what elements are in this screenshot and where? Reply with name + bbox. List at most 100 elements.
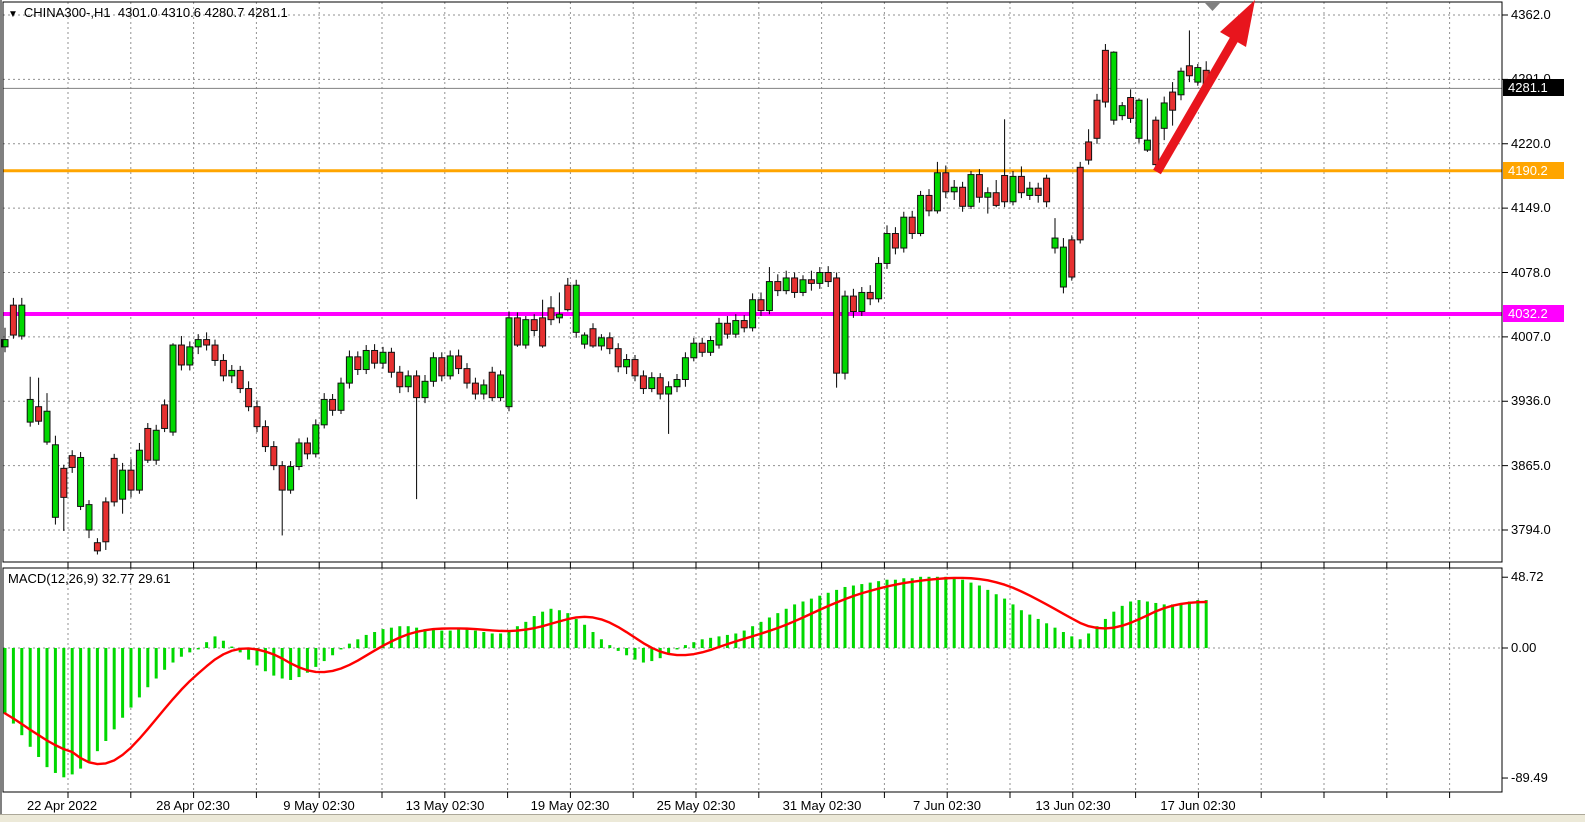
macd-bar (1180, 603, 1183, 648)
candle-body (430, 358, 436, 382)
macd-axis-label: 48.72 (1511, 569, 1544, 584)
candle-body (447, 356, 453, 376)
macd-bar (676, 648, 679, 649)
macd-bar (701, 639, 704, 648)
candle-body (422, 381, 428, 397)
macd-bar (793, 604, 796, 648)
candle-body (220, 360, 226, 375)
macd-bar (1062, 632, 1065, 648)
candle-body (489, 372, 495, 397)
price-axis-label: 4149.0 (1511, 200, 1551, 215)
candle-body (10, 305, 16, 335)
candle-body (187, 347, 193, 365)
candle-body (985, 193, 991, 198)
candle-body (783, 278, 789, 291)
macd-bar (1196, 600, 1199, 648)
macd-bar (71, 648, 74, 774)
macd-bar (768, 617, 771, 648)
candle-body (136, 450, 142, 490)
price-axis-label: 3865.0 (1511, 458, 1551, 473)
macd-bar (1054, 628, 1057, 648)
macd-bar (1112, 612, 1115, 648)
candle-body (960, 187, 966, 206)
candle-body (456, 356, 462, 369)
candle-body (1186, 66, 1192, 76)
candle-body (397, 372, 403, 387)
candle-body (682, 358, 688, 380)
macd-bar (12, 648, 15, 724)
macd-panel-frame (3, 568, 1502, 792)
macd-bar (314, 648, 317, 667)
candle-body (850, 296, 856, 311)
time-axis-label: 28 Apr 02:30 (156, 798, 230, 813)
candle-body (1119, 106, 1125, 116)
trend-arrow[interactable] (1157, 0, 1255, 172)
macd-bar (54, 648, 57, 773)
candle-body (94, 543, 100, 551)
candle-body (582, 335, 588, 344)
macd-bar (457, 629, 460, 648)
time-axis-label: 13 Jun 02:30 (1035, 798, 1110, 813)
candle-body (61, 468, 67, 497)
macd-bar (1003, 599, 1006, 648)
macd-bar (155, 648, 158, 679)
candle-body (313, 425, 319, 454)
macd-bar (331, 648, 334, 655)
macd-bar (340, 648, 343, 649)
candle-body (918, 195, 924, 233)
candle-body (498, 375, 504, 398)
candle-body (540, 318, 546, 346)
macd-bar (1079, 639, 1082, 648)
macd-bar (1070, 636, 1073, 648)
candle-body (716, 323, 722, 345)
macd-axis-label: -89.49 (1511, 770, 1548, 785)
candle-body (632, 360, 638, 376)
candle-body (153, 430, 159, 460)
candle-body (649, 378, 655, 389)
macd-bar (1163, 604, 1166, 648)
candle-body (145, 428, 151, 460)
candle-body (204, 340, 210, 345)
trend-arrow-head[interactable] (1220, 0, 1255, 47)
macd-bar (970, 583, 973, 648)
macd-bar (583, 625, 586, 648)
candle-body (330, 399, 336, 410)
candle-body (901, 217, 907, 248)
candle-body (1102, 50, 1108, 102)
macd-bar (634, 648, 637, 660)
macd-bar (37, 648, 40, 757)
candle-body (1094, 100, 1100, 138)
macd-bar (121, 648, 124, 718)
candle-body (724, 323, 730, 334)
macd-bar (62, 648, 65, 777)
macd-bar (608, 645, 611, 648)
axis-ticks (68, 15, 1508, 798)
macd-bar (499, 633, 502, 648)
candle-body (1111, 52, 1117, 120)
candle-body (708, 341, 714, 353)
macd-signal-line (5, 578, 1206, 764)
macd-bar (29, 648, 32, 747)
candle-body (338, 383, 344, 410)
macd-bar (390, 628, 393, 648)
symbol-dropdown-icon[interactable]: ▼ (8, 9, 18, 20)
macd-bar (684, 645, 687, 648)
macd-bar (953, 578, 956, 648)
trend-arrow-shaft[interactable] (1157, 36, 1236, 172)
macd-bar (508, 631, 511, 648)
macd-bar (1045, 623, 1048, 648)
macd-bar (785, 609, 788, 648)
candle-body (405, 376, 411, 387)
macd-bar (541, 612, 544, 648)
main-panel-frame (3, 2, 1502, 562)
candle-body (355, 357, 361, 370)
candle-body (195, 340, 201, 347)
candle-body (548, 308, 554, 320)
candle-body (792, 278, 798, 293)
macd-bar (1012, 604, 1015, 648)
time-axis-label: 17 Jun 02:30 (1160, 798, 1235, 813)
chart-shift-marker-icon[interactable] (1205, 3, 1220, 11)
candle-body (1153, 120, 1159, 164)
time-axis-label: 25 May 02:30 (657, 798, 736, 813)
macd-bar (944, 577, 947, 648)
